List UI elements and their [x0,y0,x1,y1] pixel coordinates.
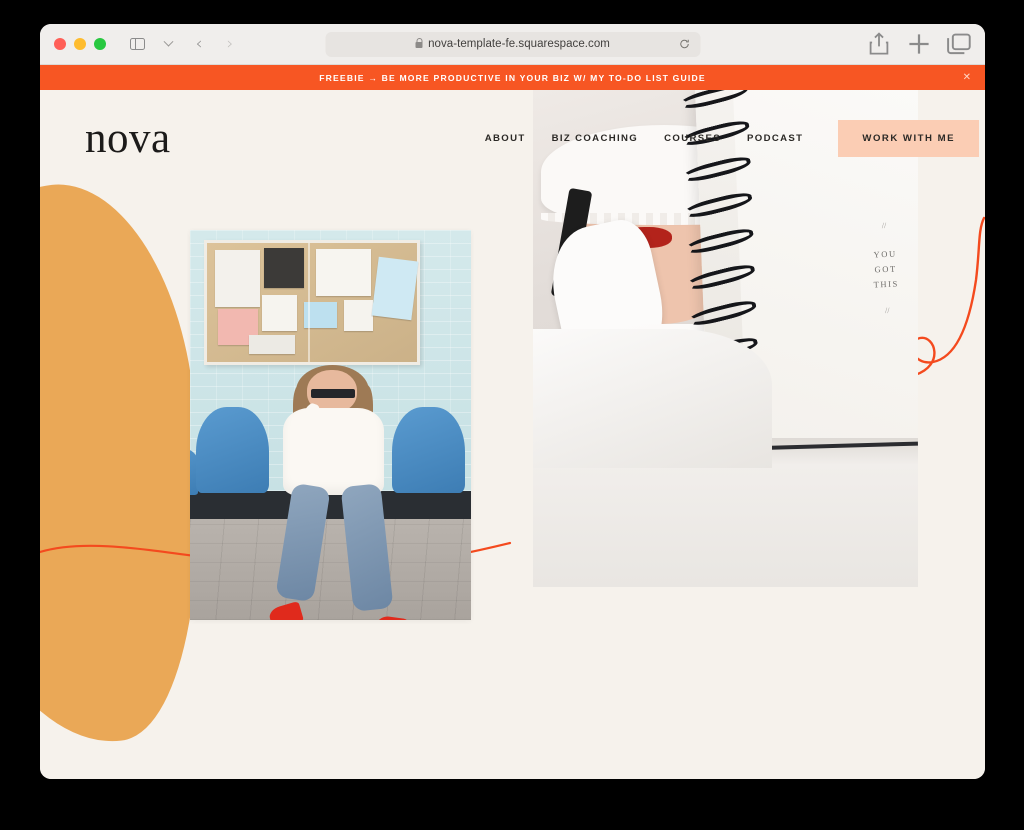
page-canvas: nova ABOUT BIZ COACHING COURSES PODCAST … [40,90,985,779]
announcement-bar[interactable]: FREEBIE → BE MORE PRODUCTIVE IN YOUR BIZ… [40,65,985,90]
nav-item-podcast[interactable]: PODCAST [734,133,816,144]
reload-icon[interactable] [678,38,690,50]
quote-line-2: GOT [874,263,898,275]
browser-window: ‹ › nova-template-fe.squarespace.com FRE… [40,24,985,779]
left-photo-illustration [190,230,471,620]
bed-sheet [533,328,772,468]
quote-close-mark: // [885,305,891,315]
announcement-text: FREEBIE → BE MORE PRODUCTIVE IN YOUR BIZ… [319,72,706,83]
right-accent-squiggle [911,216,985,377]
close-window-button[interactable] [54,38,66,50]
tab-overview-icon[interactable] [946,32,972,56]
chevron-down-icon[interactable] [155,32,181,56]
white-shirt [282,407,385,496]
screenshot-root: ‹ › nova-template-fe.squarespace.com FRE… [0,0,1024,830]
chair-left [195,407,269,494]
minimize-window-button[interactable] [74,38,86,50]
new-tab-icon[interactable] [906,32,932,56]
nav-item-biz-coaching[interactable]: BIZ COACHING [539,133,652,144]
toolbar-right-group [866,32,972,56]
notebook-quote: // YOU GOT THIS // [872,219,901,319]
hero-image-left[interactable] [190,230,471,620]
nav-item-courses[interactable]: COURSES [651,133,734,144]
browser-toolbar: ‹ › nova-template-fe.squarespace.com [40,24,985,65]
url-text: nova-template-fe.squarespace.com [428,38,610,50]
jeans-left-leg [274,482,331,603]
work-with-me-button[interactable]: WORK WITH ME [838,119,979,157]
sunglasses [310,389,355,399]
jeans-right-leg [341,483,395,612]
seated-woman [267,365,409,620]
back-arrow-icon[interactable]: ‹ [186,32,212,56]
bulletin-board [204,239,421,365]
zoom-window-button[interactable] [94,38,106,50]
quote-line-1: YOU [873,248,898,260]
nav-item-about[interactable]: ABOUT [472,133,539,144]
close-icon[interactable]: ✕ [963,72,971,83]
site-logo[interactable]: nova [85,117,171,160]
quote-open-mark: // [882,221,887,231]
forward-arrow-icon[interactable]: › [217,32,243,56]
site-header: nova ABOUT BIZ COACHING COURSES PODCAST … [40,90,985,186]
lock-icon [415,38,423,48]
back-arrow-glyph: ‹ [195,33,203,54]
chair-right [392,407,466,494]
share-icon[interactable] [866,32,892,56]
address-bar[interactable]: nova-template-fe.squarespace.com [325,31,700,57]
quote-line-3: THIS [873,278,900,290]
window-controls [54,38,106,50]
toolbar-left-group: ‹ › [124,32,243,56]
forward-arrow-glyph: › [226,33,234,54]
primary-navigation: ABOUT BIZ COACHING COURSES PODCAST WORK … [472,119,979,157]
sidebar-icon[interactable] [124,32,150,56]
